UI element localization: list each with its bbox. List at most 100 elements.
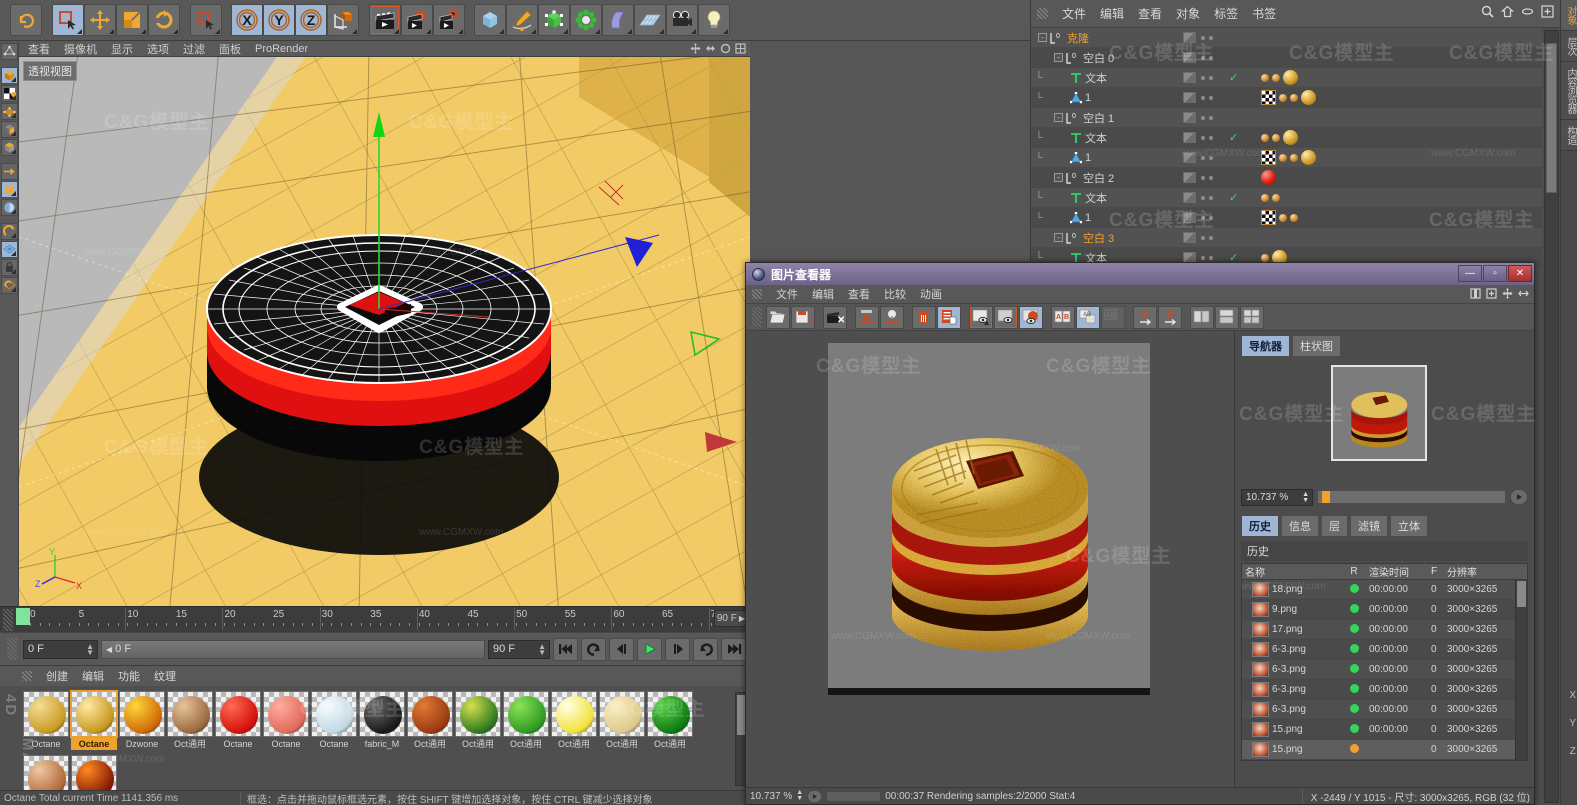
timeline-playhead[interactable] bbox=[16, 608, 30, 625]
render-region-icon[interactable] bbox=[401, 4, 433, 36]
delete-icon[interactable] bbox=[912, 305, 936, 329]
material-item[interactable]: Octane bbox=[311, 691, 357, 753]
tab-layer[interactable]: 层 bbox=[1321, 515, 1348, 537]
material-swatch[interactable] bbox=[215, 691, 261, 737]
viewport-menu-filter[interactable]: 过滤 bbox=[183, 41, 205, 57]
tag-small[interactable] bbox=[1272, 73, 1280, 82]
object-enable-toggle[interactable] bbox=[1183, 172, 1196, 183]
tag-small[interactable] bbox=[1272, 133, 1280, 142]
object-visibility-dots[interactable] bbox=[1201, 215, 1229, 220]
editor-visibility-dot[interactable] bbox=[1201, 75, 1205, 80]
render-visibility-dot[interactable] bbox=[1209, 55, 1213, 60]
layout-stack-icon[interactable] bbox=[1215, 305, 1239, 329]
object-name-cell[interactable]: - 0 空白 0 bbox=[1031, 50, 1183, 66]
object-visibility-dots[interactable] bbox=[1201, 35, 1229, 40]
zoom-view-icon[interactable] bbox=[705, 43, 716, 54]
zoom-field[interactable]: 10.737 % ▲ ▼ bbox=[1241, 488, 1313, 506]
object-row[interactable]: └ 1 bbox=[1031, 148, 1542, 168]
tag-small[interactable] bbox=[1272, 193, 1280, 202]
iv-menu-compare[interactable]: 比较 bbox=[884, 286, 906, 302]
live-selection-icon[interactable] bbox=[52, 4, 84, 36]
previous-frame-button[interactable] bbox=[609, 637, 634, 661]
object-visibility-dots[interactable] bbox=[1201, 175, 1229, 180]
render-visibility-dot[interactable] bbox=[1209, 95, 1213, 100]
material-grip-icon[interactable] bbox=[22, 671, 32, 681]
history-row[interactable]: 6-3.png 00:00:00 0 3000×3265 bbox=[1242, 660, 1527, 680]
object-row[interactable]: - 0 空白 1 bbox=[1031, 108, 1542, 128]
edge-tab-content-browser[interactable]: 内容浏览器 bbox=[1561, 62, 1577, 120]
material-item[interactable]: Oct通用 bbox=[407, 691, 453, 753]
editor-visibility-dot[interactable] bbox=[1201, 135, 1205, 140]
viewport-menu-prorender[interactable]: ProRender bbox=[255, 43, 308, 55]
end-frame-field[interactable]: 90 F ▲ ▼ bbox=[488, 639, 550, 659]
object-visibility-dots[interactable] bbox=[1201, 235, 1229, 240]
next-key-button[interactable] bbox=[693, 637, 718, 661]
clear-frame-icon[interactable]: ✕ bbox=[823, 305, 847, 329]
enable-axis-icon[interactable] bbox=[0, 181, 18, 198]
render-visibility-dot[interactable] bbox=[1209, 255, 1213, 260]
history-row[interactable]: 6-3.png 00:00:00 0 3000×3265 bbox=[1242, 640, 1527, 660]
next-frame-button[interactable] bbox=[665, 637, 690, 661]
object-enable-toggle[interactable] bbox=[1183, 232, 1196, 243]
history-row[interactable]: 15.png 0 3000×3265 bbox=[1242, 740, 1527, 760]
snap-icon[interactable] bbox=[0, 241, 18, 258]
render-settings-icon[interactable] bbox=[433, 4, 465, 36]
tag-checker[interactable] bbox=[1261, 90, 1276, 105]
spinner-icon[interactable]: ▲ ▼ bbox=[538, 642, 546, 656]
object-name-cell[interactable]: └ 1 bbox=[1031, 151, 1183, 164]
history-row[interactable]: 17.png 00:00:00 0 3000×3265 bbox=[1242, 620, 1527, 640]
material-swatch[interactable] bbox=[23, 755, 69, 790]
blend-ab-icon[interactable] bbox=[1019, 305, 1043, 329]
duplicate-icon[interactable] bbox=[937, 305, 961, 329]
object-tags[interactable] bbox=[1245, 193, 1280, 202]
navigator-play-button[interactable] bbox=[1510, 489, 1528, 505]
material-item[interactable]: Oct通用 bbox=[599, 691, 645, 753]
editor-visibility-dot[interactable] bbox=[1201, 55, 1205, 60]
object-visibility-dots[interactable] bbox=[1201, 195, 1229, 200]
tab-navigator[interactable]: 导航器 bbox=[1241, 335, 1290, 357]
render-visibility-dot[interactable] bbox=[1209, 115, 1213, 120]
axis-x-icon[interactable]: X bbox=[231, 4, 263, 36]
object-visibility-dots[interactable] bbox=[1201, 75, 1229, 80]
tree-expand-toggle[interactable]: - bbox=[1054, 233, 1063, 242]
pan-view-icon[interactable] bbox=[690, 43, 701, 54]
rotate-icon[interactable] bbox=[148, 4, 180, 36]
iv-menu-view[interactable]: 查看 bbox=[848, 286, 870, 302]
material-item[interactable]: Oct通用 bbox=[167, 691, 213, 753]
om-menu-view[interactable]: 查看 bbox=[1138, 5, 1162, 22]
previous-key-button[interactable] bbox=[581, 637, 606, 661]
zoom-slider[interactable] bbox=[1317, 490, 1506, 504]
history-scroll-thumb[interactable] bbox=[1517, 581, 1526, 607]
material-item[interactable]: Oct通用 bbox=[551, 691, 597, 753]
undo-icon[interactable] bbox=[10, 4, 42, 36]
select-icon[interactable] bbox=[190, 4, 222, 36]
object-name-cell[interactable]: - 0 空白 2 bbox=[1031, 170, 1183, 186]
object-tags[interactable] bbox=[1245, 150, 1316, 165]
spline-pen-icon[interactable] bbox=[506, 4, 538, 36]
tree-expand-toggle[interactable]: - bbox=[1054, 53, 1063, 62]
render-visibility-dot[interactable] bbox=[1209, 215, 1213, 220]
object-row[interactable]: - 0 克隆 bbox=[1031, 28, 1542, 48]
object-row[interactable]: └ 文本 ✓ bbox=[1031, 128, 1542, 148]
deformer-icon[interactable] bbox=[602, 4, 634, 36]
search-icon[interactable] bbox=[1481, 5, 1494, 18]
material-swatch[interactable] bbox=[23, 691, 69, 737]
tag-small[interactable] bbox=[1261, 73, 1269, 82]
scale-icon[interactable] bbox=[116, 4, 148, 36]
tab-stereo[interactable]: 立体 bbox=[1390, 515, 1428, 537]
history-scrollbar[interactable] bbox=[1515, 580, 1527, 760]
current-frame-field[interactable]: 0 F ▲ ▼ bbox=[23, 639, 98, 659]
om-menu-edit[interactable]: 编辑 bbox=[1100, 5, 1124, 22]
object-visibility-dots[interactable] bbox=[1201, 155, 1229, 160]
material-swatch[interactable] bbox=[503, 691, 549, 737]
move-icon[interactable] bbox=[84, 4, 116, 36]
material-item[interactable] bbox=[23, 755, 69, 790]
statusbar-play-button[interactable] bbox=[807, 789, 823, 803]
material-swatch[interactable] bbox=[263, 691, 309, 737]
tab-histogram[interactable]: 柱状图 bbox=[1292, 335, 1341, 357]
material-swatch[interactable] bbox=[119, 691, 165, 737]
subdivision-icon[interactable] bbox=[538, 4, 570, 36]
material-item[interactable]: Octane bbox=[70, 690, 118, 753]
tag-small[interactable] bbox=[1261, 193, 1269, 202]
om-menu-file[interactable]: 文件 bbox=[1062, 5, 1086, 22]
